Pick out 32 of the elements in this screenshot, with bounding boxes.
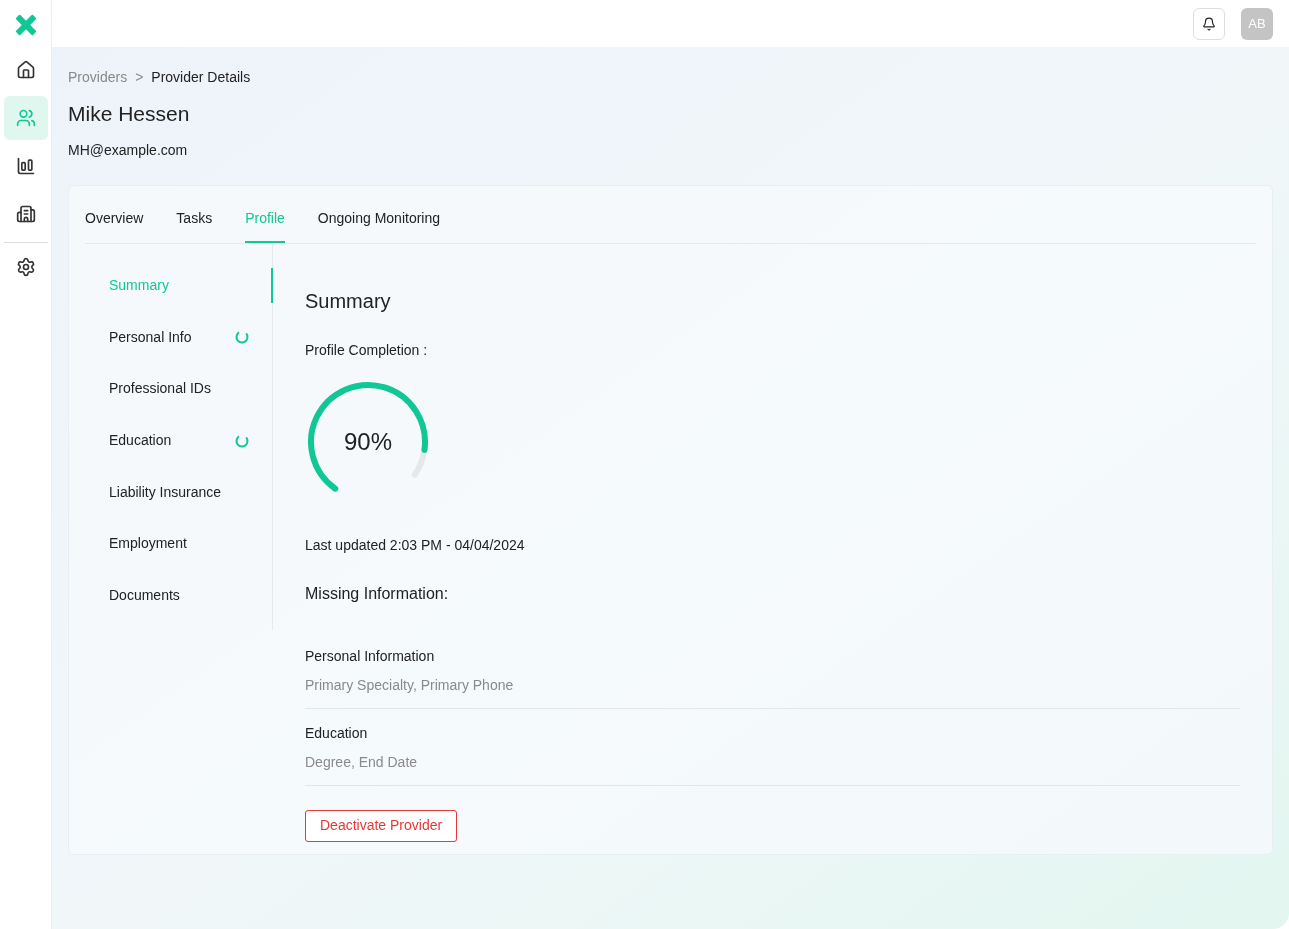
bar-chart-icon xyxy=(15,156,36,176)
section-nav-item[interactable]: Professional IDs xyxy=(85,370,273,407)
users-icon xyxy=(15,108,36,128)
missing-section-title: Personal Information xyxy=(305,646,436,666)
tab[interactable]: Ongoing Monitoring xyxy=(317,207,441,243)
section-nav-item[interactable]: Documents xyxy=(85,577,273,614)
section-nav-item[interactable]: Education xyxy=(85,422,273,459)
breadcrumb-separator: > xyxy=(135,68,144,87)
tab[interactable]: Tasks xyxy=(176,207,213,243)
completion-label: Profile Completion : xyxy=(305,340,429,360)
deactivate-button[interactable]: Deactivate Provider xyxy=(305,809,458,842)
provider-name: Mike Hessen xyxy=(68,101,191,127)
progress-ring-icon xyxy=(235,433,249,448)
missing-title: Missing Information: xyxy=(305,583,450,604)
section-nav-item[interactable]: Liability Insurance xyxy=(85,474,273,511)
summary-title: Summary xyxy=(305,288,392,314)
section-nav-item[interactable]: Personal Info xyxy=(85,319,273,355)
home-icon xyxy=(15,60,36,80)
breadcrumb-item: Provider Details xyxy=(151,68,251,87)
section-nav-item[interactable]: Employment xyxy=(85,526,273,562)
last-updated: Last updated 2:03 PM - 04/04/2024 xyxy=(305,535,526,555)
notifications-button[interactable] xyxy=(1193,7,1225,40)
building-icon xyxy=(15,204,36,224)
settings-icon xyxy=(15,257,36,277)
progress-ring-icon xyxy=(235,330,249,345)
bell-icon xyxy=(1202,16,1216,31)
gauge-reading: 90% xyxy=(343,426,392,457)
missing-fields: Degree, End Date xyxy=(305,751,1240,773)
provider-email: MH@example.com xyxy=(68,140,189,160)
missing-section-title: Education xyxy=(305,723,369,743)
tab[interactable]: Overview xyxy=(85,207,144,243)
missing-fields: Primary Specialty, Primary Phone xyxy=(305,674,1240,696)
